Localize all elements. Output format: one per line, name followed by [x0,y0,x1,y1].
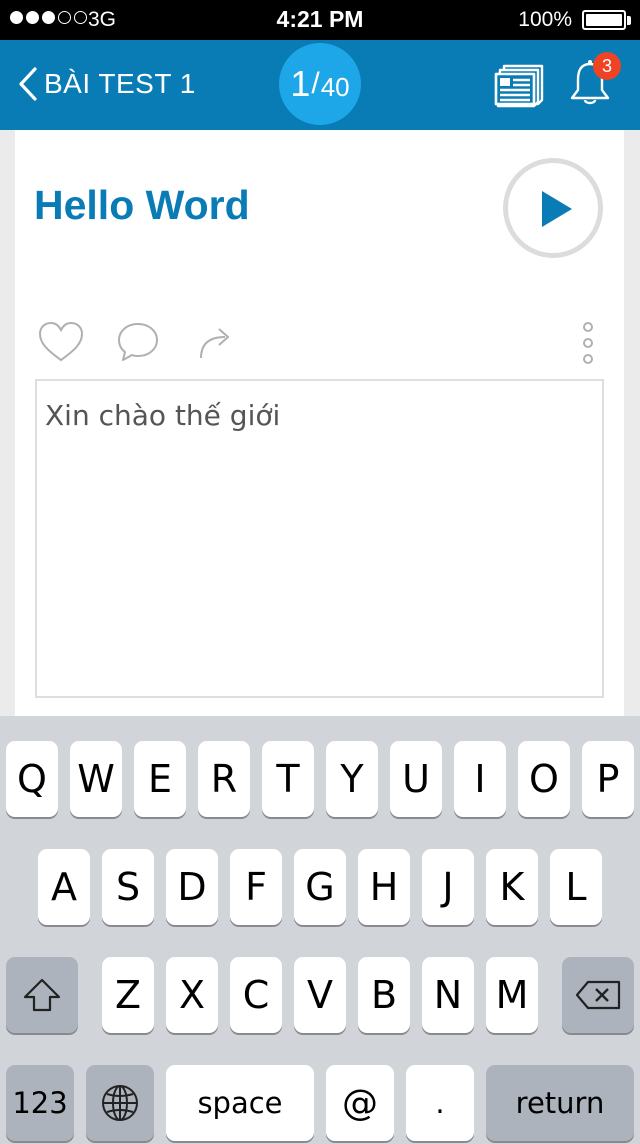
key-r[interactable]: R [198,741,250,817]
notification-badge: 3 [593,52,621,80]
numbers-key[interactable]: 123 [6,1065,74,1141]
backspace-icon [575,980,621,1010]
back-button[interactable]: BÀI TEST 1 [16,62,196,106]
share-icon [200,328,229,359]
keyboard: Q W E R T Y U I O P A S D F G H J K L Z … [0,716,640,1144]
heart-icon [38,321,84,362]
key-w[interactable]: W [70,741,122,817]
key-v[interactable]: V [294,957,346,1033]
key-z[interactable]: Z [102,957,154,1033]
share-button[interactable] [197,322,237,362]
key-p[interactable]: P [582,741,634,817]
battery-percentage: 100% [518,8,572,31]
counter-current: 1 [290,63,311,104]
nav-bar: BÀI TEST 1 1/40 3 [0,40,640,130]
counter-separator: / [311,67,320,100]
at-key[interactable]: @ [326,1065,394,1141]
return-key[interactable]: return [486,1065,634,1141]
newspaper-icon [494,64,544,108]
comment-icon [118,323,158,361]
lesson-title: Hello Word [34,182,250,228]
key-t[interactable]: T [262,741,314,817]
key-f[interactable]: F [230,849,282,925]
key-u[interactable]: U [390,741,442,817]
key-x[interactable]: X [166,957,218,1033]
shift-key[interactable] [6,957,78,1033]
lesson-card: Hello Word Xin chào thế giới [15,130,624,730]
key-d[interactable]: D [166,849,218,925]
news-button[interactable] [494,60,546,108]
key-l[interactable]: L [550,849,602,925]
key-k[interactable]: K [486,849,538,925]
key-h[interactable]: H [358,849,410,925]
period-key[interactable]: . [406,1065,474,1141]
key-y[interactable]: Y [326,741,378,817]
space-key[interactable]: space [166,1065,314,1141]
globe-key[interactable] [86,1065,154,1141]
question-counter: 1/40 [279,43,361,125]
answer-text-field[interactable]: Xin chào thế giới [35,379,604,698]
key-e[interactable]: E [134,741,186,817]
key-j[interactable]: J [422,849,474,925]
key-b[interactable]: B [358,957,410,1033]
more-options-button[interactable] [578,320,598,366]
key-a[interactable]: A [38,849,90,925]
key-m[interactable]: M [486,957,538,1033]
chevron-left-icon [19,67,37,101]
key-o[interactable]: O [518,741,570,817]
more-vertical-icon [583,322,593,364]
key-g[interactable]: G [294,849,346,925]
shift-icon [23,978,61,1012]
status-bar: 3G 4:21 PM 100% [0,0,640,40]
counter-total: 40 [320,71,350,102]
back-button-label: BÀI TEST 1 [44,68,196,99]
comment-button[interactable] [115,320,161,364]
like-button[interactable] [37,320,85,364]
play-audio-button[interactable] [503,158,603,258]
delete-key[interactable] [562,957,634,1033]
key-n[interactable]: N [422,957,474,1033]
battery-icon [582,10,626,30]
key-c[interactable]: C [230,957,282,1033]
key-i[interactable]: I [454,741,506,817]
globe-icon [102,1085,138,1121]
play-icon [542,191,572,227]
key-q[interactable]: Q [6,741,58,817]
key-s[interactable]: S [102,849,154,925]
